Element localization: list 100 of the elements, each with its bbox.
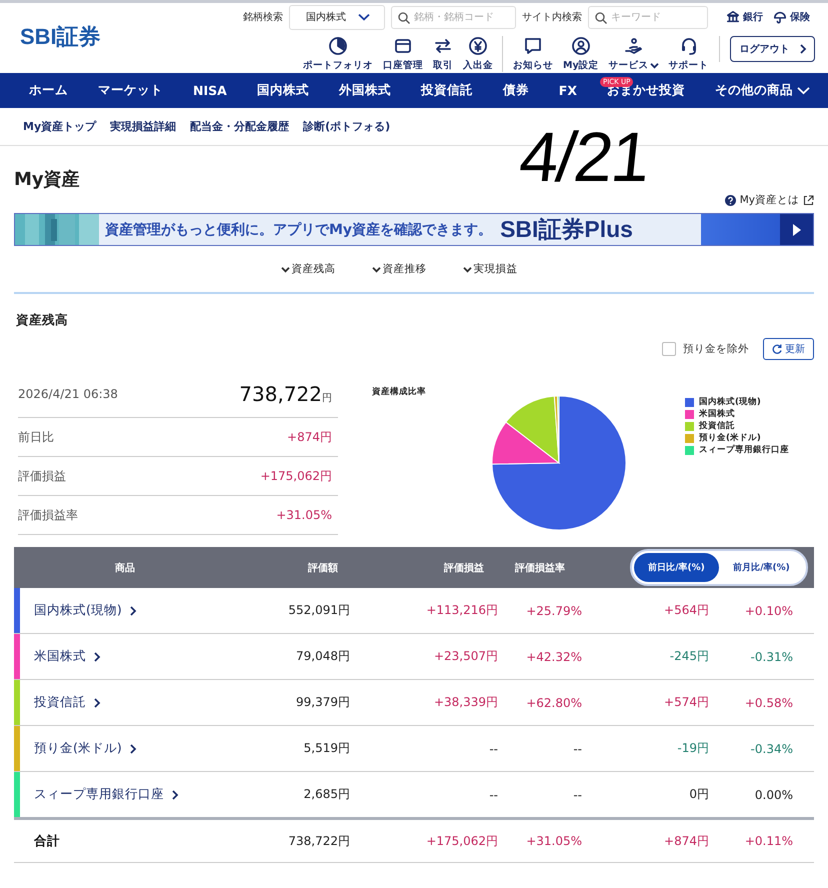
search-field[interactable]: キーワード xyxy=(588,6,708,28)
summary-label: 評価損益 xyxy=(18,468,66,484)
table-cell-text: 552,091円 xyxy=(287,602,350,619)
table-cell-text: -0.31% xyxy=(750,650,793,664)
subnav-link[interactable]: 診断(ポトフォる) xyxy=(296,119,398,134)
nav-link[interactable]: 投資信託 xyxy=(420,82,473,99)
toolbar-link[interactable]: サービス xyxy=(608,59,649,72)
chevron-right-icon xyxy=(92,698,102,708)
speech-bubble-icon xyxy=(523,36,543,56)
checkbox-label: 預り金を除外 xyxy=(683,342,749,356)
nav-link[interactable]: マーケット xyxy=(98,82,163,99)
toolbar-link[interactable]: 取引 xyxy=(433,59,453,72)
nav-link[interactable]: ホーム xyxy=(29,82,68,99)
chevron-down-icon xyxy=(358,11,370,23)
column-header: 商品 xyxy=(114,561,136,574)
toolbar-link[interactable]: 入出金 xyxy=(463,59,493,72)
toolbar-link[interactable]: サポート xyxy=(668,59,709,72)
anchor-link[interactable]: 実現損益 xyxy=(474,262,518,276)
toolbar-link[interactable]: 口座管理 xyxy=(383,59,423,72)
chevron-right-icon xyxy=(170,790,180,800)
table-cell-text: +38,339円 xyxy=(432,694,498,711)
legend-label: スィープ専用銀行口座 xyxy=(699,444,789,456)
hand-icon xyxy=(624,36,644,56)
search-icon xyxy=(595,12,607,24)
subnav-link[interactable]: My資産トップ xyxy=(16,119,104,134)
table-cell-text: -245円 xyxy=(668,648,709,665)
checkbox[interactable] xyxy=(662,342,676,356)
category-link[interactable]: スィープ専用銀行口座 xyxy=(34,786,164,803)
chevron-right-icon xyxy=(798,44,808,54)
external-link-icon xyxy=(803,194,814,206)
chevron-right-icon xyxy=(92,652,102,662)
card-icon xyxy=(393,36,413,56)
toggle-option[interactable]: 前日比/率(%) xyxy=(634,553,719,582)
header-link[interactable]: 銀行 xyxy=(743,10,763,24)
banner-logo: SBI証券Plus xyxy=(500,215,633,244)
table-cell-text: 0円 xyxy=(688,786,709,803)
nav-link[interactable]: FX xyxy=(558,83,577,98)
table-cell-text: -- xyxy=(488,742,498,756)
nav-link[interactable]: 国内株式 xyxy=(256,82,309,99)
logo[interactable]: SBI証券 xyxy=(0,3,243,73)
category-link[interactable]: 国内株式(現物) xyxy=(34,602,122,619)
total-label: 合計 xyxy=(33,832,61,850)
anchor-link[interactable]: 資産残高 xyxy=(292,262,336,276)
header-link[interactable]: 保険 xyxy=(790,10,810,24)
person-circle-icon xyxy=(570,36,591,56)
anchor-link[interactable]: 資産推移 xyxy=(382,262,426,276)
toolbar-link[interactable]: お知らせ xyxy=(513,59,553,72)
summary-value: +31.05% xyxy=(276,508,332,522)
bank-icon xyxy=(726,10,740,24)
subnav-link[interactable]: 配当金・分配金履歴 xyxy=(183,119,296,134)
table-cell-text: +175,062円 xyxy=(425,832,498,850)
yen-coin-icon xyxy=(468,36,488,56)
help-icon xyxy=(724,194,736,206)
help-link[interactable]: My資産とは xyxy=(740,193,799,207)
nav-link[interactable]: その他の商品 xyxy=(714,82,793,99)
column-header: 評価損益 xyxy=(442,562,485,574)
column-header: 評価額 xyxy=(306,562,339,574)
chevron-down-icon xyxy=(372,264,380,274)
table-cell-text: +62.80% xyxy=(525,696,582,710)
refresh-button[interactable]: 更新 xyxy=(763,338,814,360)
table-cell-text: 79,048円 xyxy=(295,648,350,665)
table-cell-text: -19円 xyxy=(676,740,709,757)
table-cell-text: +25.79% xyxy=(525,604,582,618)
page-title: My資産 xyxy=(14,168,80,191)
table-cell-text: +564円 xyxy=(663,602,709,619)
search-label: 銘柄検索 xyxy=(243,10,283,24)
table-cell-text: +574円 xyxy=(663,694,709,711)
nav-link[interactable]: 債券 xyxy=(502,82,529,99)
chevron-right-icon xyxy=(128,606,138,616)
legend-label: 預り金(米ドル) xyxy=(699,432,761,444)
refresh-icon xyxy=(772,344,782,354)
timestamp: 2026/4/21 06:38 xyxy=(18,387,118,401)
market-select[interactable]: 国内株式 xyxy=(289,4,385,30)
promo-banner[interactable]: 資産管理がもっと便利に。アプリでMy資産を確認できます。 SBI証券Plus xyxy=(14,213,814,246)
summary-label: 評価損益率 xyxy=(18,506,78,524)
logout-button[interactable]: ログアウト xyxy=(730,36,815,62)
search-field[interactable]: 銘柄・銘柄コード xyxy=(391,6,516,28)
chevron-down-icon xyxy=(462,264,472,274)
toolbar-link[interactable]: ポートフォリオ xyxy=(303,59,373,72)
category-link[interactable]: 米国株式 xyxy=(34,648,86,665)
nav-link[interactable]: 外国株式 xyxy=(338,82,391,99)
column-header: 評価損益率 xyxy=(514,561,566,574)
swap-arrows-icon xyxy=(433,36,453,56)
legend-label: 投資信託 xyxy=(699,420,735,432)
table-cell-text: -0.34% xyxy=(750,742,793,756)
category-link[interactable]: 預り金(米ドル) xyxy=(34,740,122,757)
chevron-down-icon xyxy=(280,264,290,274)
table-cell-text: 2,685円 xyxy=(302,786,350,803)
summary-value: +874円 xyxy=(287,428,332,446)
nav-link[interactable]: NISA xyxy=(193,83,227,98)
table-cell-text: +42.32% xyxy=(525,650,582,664)
table-cell-text: 0.00% xyxy=(754,788,793,802)
subnav-link[interactable]: 実現損益詳細 xyxy=(103,119,184,134)
pie-icon xyxy=(328,36,348,56)
category-link[interactable]: 投資信託 xyxy=(34,694,86,711)
legend-label: 国内株式(現物) xyxy=(699,396,761,408)
total-value: 738,722 xyxy=(239,382,322,406)
section-title: 資産残高 xyxy=(16,312,69,329)
toolbar-link[interactable]: My設定 xyxy=(563,59,599,72)
summary-label: 前日比 xyxy=(18,428,54,446)
